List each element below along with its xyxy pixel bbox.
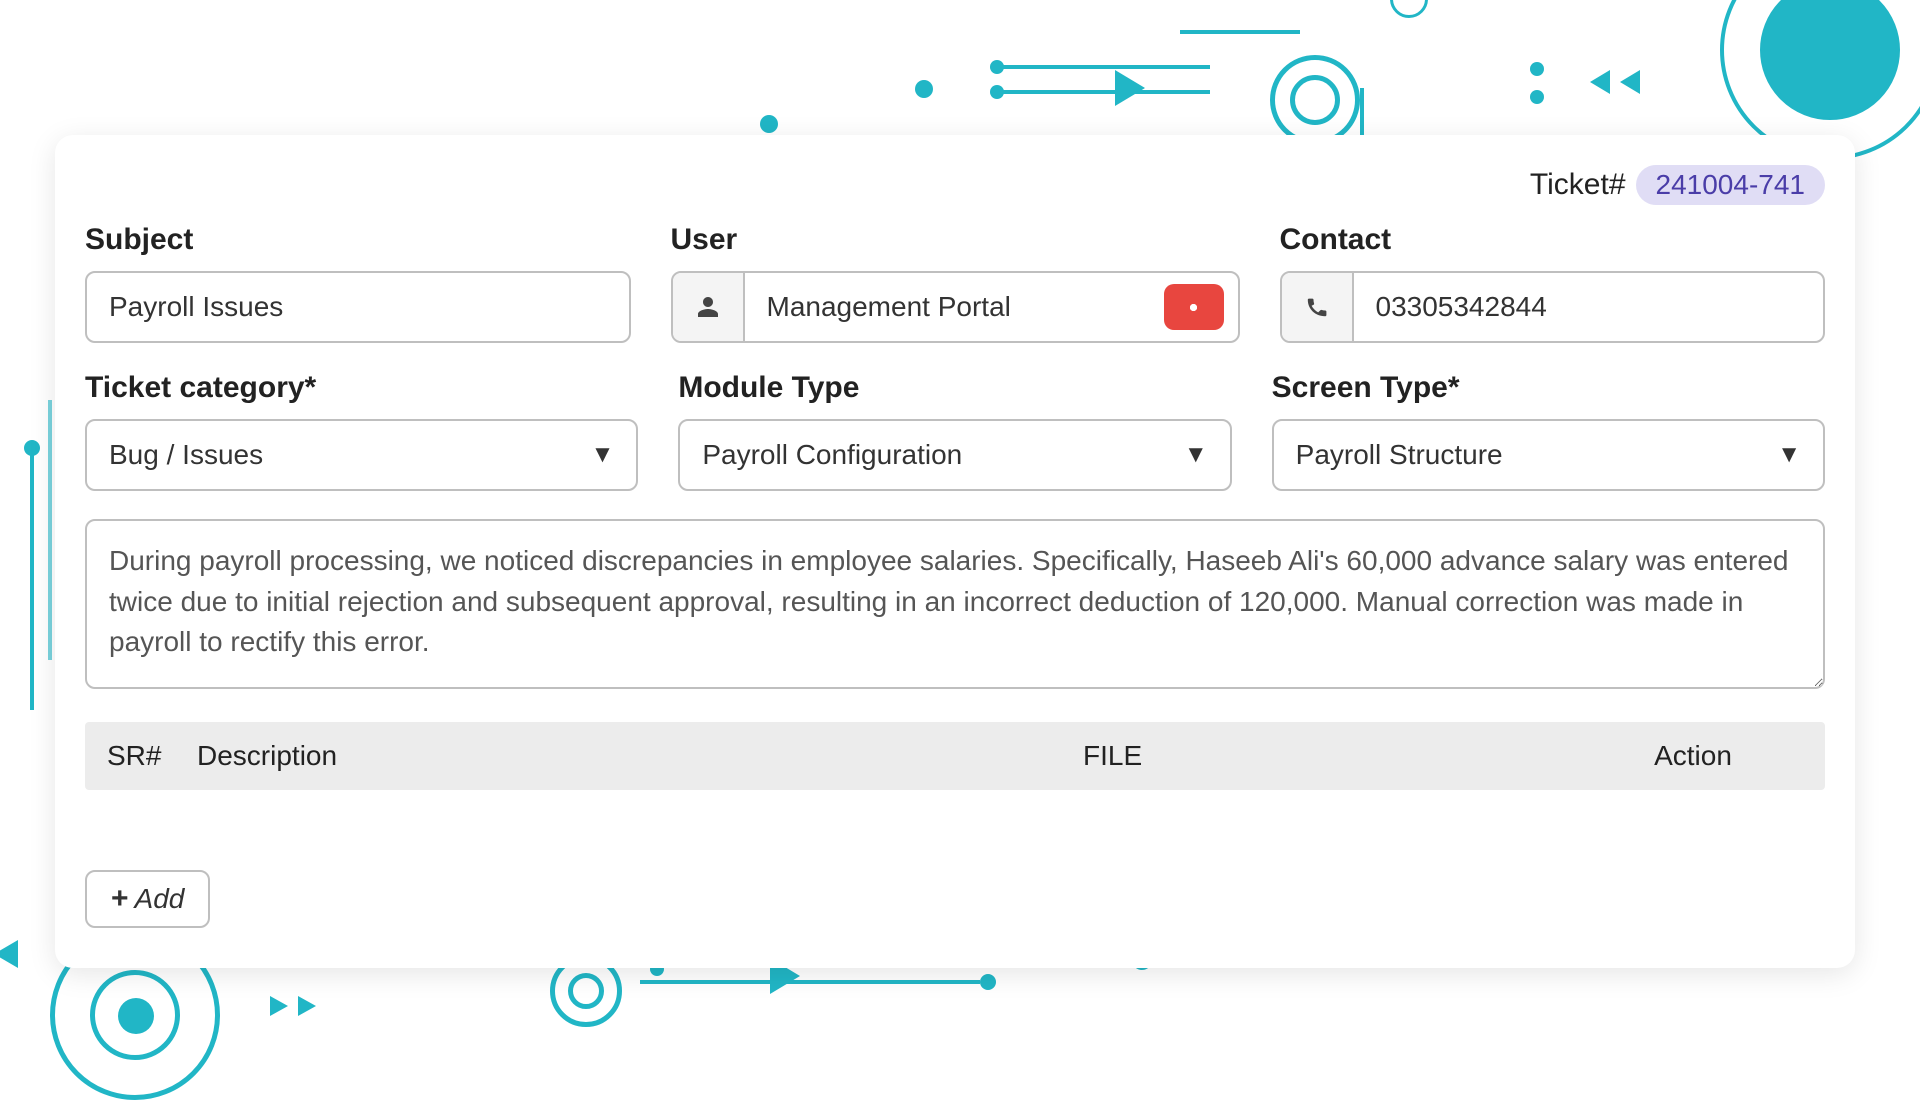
user-label: User <box>671 223 1240 257</box>
category-label: Ticket category* <box>85 371 638 405</box>
chevron-down-icon: ▼ <box>1777 441 1801 469</box>
category-select[interactable]: Bug / Issues ▼ <box>85 419 638 491</box>
screen-field: Screen Type* Payroll Structure ▼ <box>1272 371 1825 491</box>
user-input[interactable] <box>745 273 1150 341</box>
screen-label: Screen Type* <box>1272 371 1825 405</box>
ticket-number-label: Ticket# <box>1530 168 1626 202</box>
col-action: Action <box>1583 740 1803 772</box>
ticket-number-bar: Ticket# 241004-741 <box>85 165 1825 205</box>
chevron-down-icon: ▼ <box>591 441 615 469</box>
contact-field: Contact <box>1280 223 1826 343</box>
description-textarea[interactable] <box>85 519 1825 689</box>
module-label: Module Type <box>678 371 1231 405</box>
add-attachment-button[interactable]: + Add <box>85 870 210 928</box>
ticket-form-card: Ticket# 241004-741 Subject User Contact <box>55 135 1855 968</box>
user-lookup-button[interactable] <box>1164 284 1224 330</box>
subject-input[interactable] <box>85 271 631 343</box>
category-value: Bug / Issues <box>109 439 263 471</box>
contact-input[interactable] <box>1354 273 1824 341</box>
col-file: FILE <box>1083 740 1583 772</box>
user-input-group <box>671 271 1240 343</box>
module-value: Payroll Configuration <box>702 439 962 471</box>
subject-field: Subject <box>85 223 631 343</box>
subject-label: Subject <box>85 223 631 257</box>
phone-icon <box>1282 273 1354 341</box>
add-button-label: Add <box>135 883 185 915</box>
col-description: Description <box>197 740 1083 772</box>
ticket-number-badge: 241004-741 <box>1636 165 1825 205</box>
module-field: Module Type Payroll Configuration ▼ <box>678 371 1231 491</box>
form-row-2: Ticket category* Bug / Issues ▼ Module T… <box>85 371 1825 491</box>
contact-label: Contact <box>1280 223 1826 257</box>
user-icon <box>673 273 745 341</box>
col-sr: SR# <box>107 740 197 772</box>
module-select[interactable]: Payroll Configuration ▼ <box>678 419 1231 491</box>
screen-value: Payroll Structure <box>1296 439 1503 471</box>
chevron-down-icon: ▼ <box>1184 441 1208 469</box>
form-row-1: Subject User Contact <box>85 223 1825 343</box>
screen-select[interactable]: Payroll Structure ▼ <box>1272 419 1825 491</box>
category-field: Ticket category* Bug / Issues ▼ <box>85 371 638 491</box>
plus-icon: + <box>111 882 129 916</box>
attachments-table-header: SR# Description FILE Action <box>85 722 1825 790</box>
contact-input-group <box>1280 271 1826 343</box>
user-field: User <box>671 223 1240 343</box>
